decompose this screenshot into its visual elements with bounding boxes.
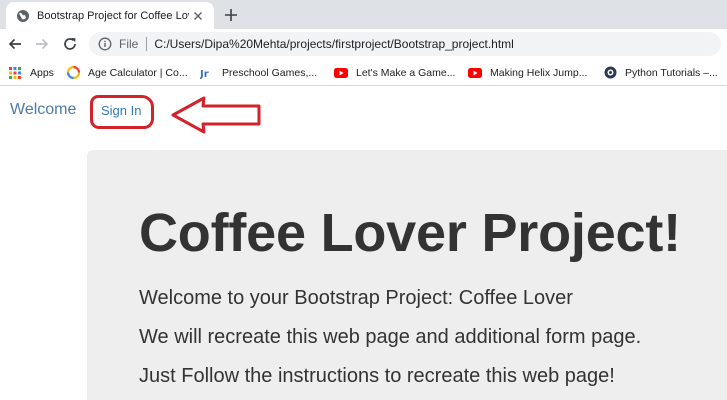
info-icon[interactable]	[98, 37, 112, 51]
bookmark-age-calculator[interactable]: Age Calculator | Co...	[66, 64, 188, 81]
address-bar[interactable]: File C:/Users/Dipa%20Mehta/projects/firs…	[89, 32, 721, 56]
jumbotron-line: Welcome to your Bootstrap Project: Coffe…	[139, 287, 573, 309]
plus-icon	[225, 9, 237, 21]
jumbotron-line: We will recreate this web page and addit…	[139, 326, 642, 348]
svg-text:Jr: Jr	[200, 69, 209, 79]
browser-tab[interactable]: Bootstrap Project for Coffee Love	[6, 2, 214, 29]
bookmark-apps[interactable]: Apps	[8, 64, 54, 81]
apps-grid-icon	[8, 66, 22, 80]
preschool-games-icon: Jr	[200, 66, 214, 80]
age-calculator-icon	[66, 66, 80, 80]
reload-button[interactable]	[60, 34, 80, 54]
bookmark-lets-make-a-game[interactable]: Let's Make a Game...	[334, 64, 455, 81]
python-tutorials-icon	[603, 66, 617, 80]
bookmarks-bar: Apps Age Calculator | Co... Jr Preschool…	[0, 59, 727, 86]
bookmark-making-helix-jump[interactable]: Making Helix Jump...	[468, 64, 587, 81]
browser-toolbar: File C:/Users/Dipa%20Mehta/projects/firs…	[0, 29, 727, 59]
bookmark-label: Apps	[30, 66, 54, 79]
page-title: Coffee Lover Project!	[139, 203, 681, 263]
jumbotron-line: Just Follow the instructions to recreate…	[139, 365, 615, 387]
globe-icon	[16, 9, 30, 23]
reload-icon	[64, 38, 76, 50]
youtube-icon	[468, 66, 482, 80]
new-tab-button[interactable]	[220, 4, 242, 26]
annotation-arrow-icon	[171, 96, 261, 134]
youtube-icon	[334, 66, 348, 80]
close-tab-icon[interactable]	[190, 8, 206, 24]
bookmark-label: Let's Make a Game...	[356, 66, 456, 79]
tab-title: Bootstrap Project for Coffee Love	[37, 9, 189, 22]
tab-strip: Bootstrap Project for Coffee Love	[0, 0, 727, 29]
scheme-label: File	[119, 37, 139, 51]
web-page: Welcome Sign In Coffee Lover Project! We…	[0, 87, 727, 400]
bookmark-label: Preschool Games,...	[222, 66, 318, 79]
forward-arrow-icon	[36, 38, 49, 50]
url-text[interactable]: C:/Users/Dipa%20Mehta/projects/firstproj…	[154, 37, 513, 51]
address-separator	[146, 37, 148, 51]
bookmark-label: Age Calculator | Co...	[88, 66, 188, 79]
forward-button[interactable]	[32, 34, 52, 54]
back-button[interactable]	[5, 34, 25, 54]
navbar-brand[interactable]: Welcome	[10, 101, 76, 119]
bookmark-label: Python Tutorials –...	[625, 66, 718, 79]
annotation-highlight-circle	[90, 95, 154, 129]
bookmark-preschool-games[interactable]: Jr Preschool Games,...	[200, 64, 317, 81]
jumbotron: Coffee Lover Project! Welcome to your Bo…	[87, 150, 727, 400]
bookmark-python-tutorials[interactable]: Python Tutorials –...	[603, 64, 718, 81]
bookmark-label: Making Helix Jump...	[490, 66, 588, 79]
back-arrow-icon	[8, 38, 21, 50]
